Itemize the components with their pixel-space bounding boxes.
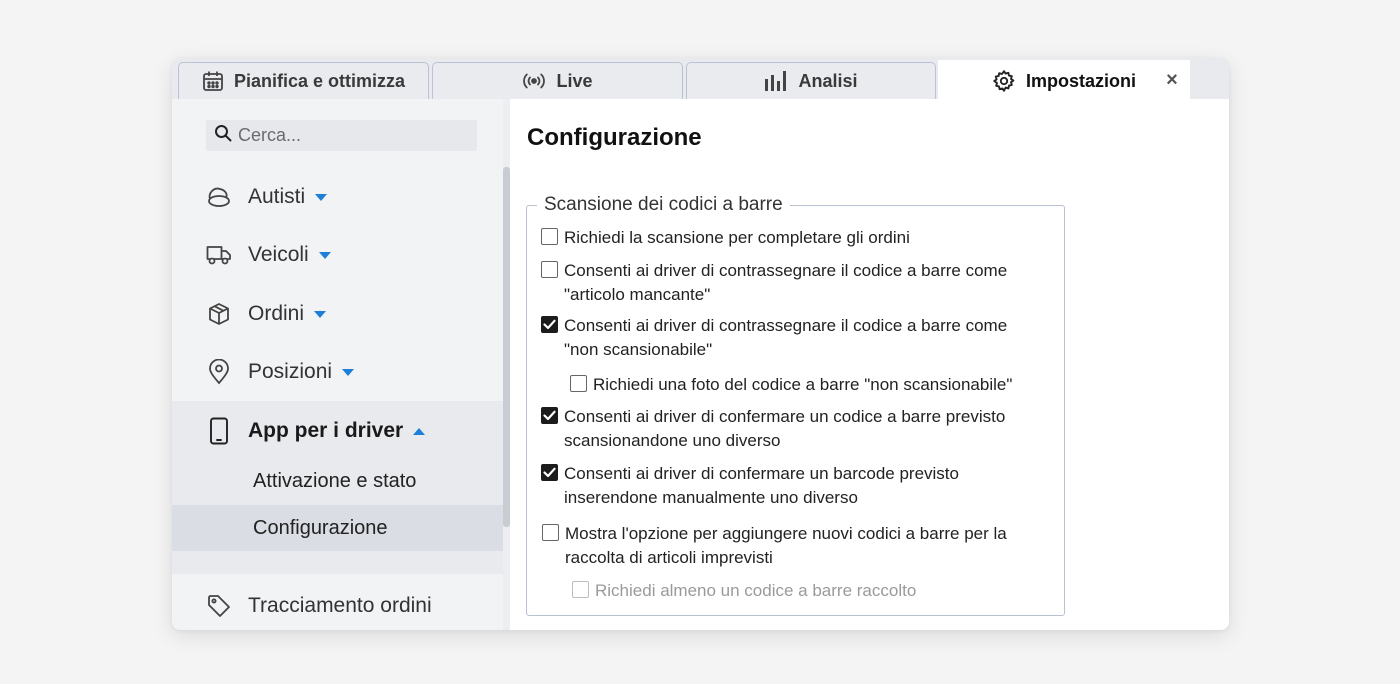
bar-chart-icon <box>764 70 788 92</box>
group-legend: Scansione dei codici a barre <box>544 194 783 215</box>
tab-impostazioni[interactable]: Impostazioni × <box>938 60 1190 102</box>
sidebar-item-label: App per i driver <box>248 419 404 442</box>
sidebar-item-label: Ordini <box>248 302 305 325</box>
check-icon <box>543 467 556 478</box>
broadcast-icon <box>522 71 546 91</box>
checkbox[interactable] <box>542 524 559 541</box>
sidebar-item-label: Tracciamento ordini <box>248 594 432 617</box>
tab-label: Analisi <box>798 70 858 91</box>
option-label: Richiedi una foto del codice a barre "no… <box>593 375 1013 394</box>
chevron-down-icon <box>318 251 331 259</box>
tab-pianifica[interactable]: Pianifica e ottimizza <box>178 62 429 99</box>
checkbox-checked[interactable] <box>541 316 558 333</box>
sidebar-item-ordini[interactable]: Ordini <box>172 289 503 339</box>
smartphone-icon <box>206 417 232 445</box>
sidebar-item-autisti[interactable]: Autisti <box>172 172 503 222</box>
scrollbar-thumb[interactable] <box>503 167 510 527</box>
option-label: Consenti ai driver di contrassegnare il … <box>564 261 1008 304</box>
sidebar-subitem-configurazione[interactable]: Configurazione <box>172 505 503 551</box>
chevron-up-icon <box>413 427 426 435</box>
tab-label: Pianifica e ottimizza <box>233 70 406 91</box>
location-pin-icon <box>206 359 232 385</box>
option-confirm-manual-entry[interactable]: Consenti ai driver di confermare un barc… <box>541 462 1034 510</box>
sidebar-item-app-driver[interactable]: App per i driver <box>172 406 503 456</box>
checkbox[interactable] <box>541 228 558 245</box>
main-content: Configurazione Scansione dei codici a ba… <box>510 99 1229 630</box>
option-confirm-scan-different[interactable]: Consenti ai driver di confermare un codi… <box>541 405 1034 453</box>
tab-analisi[interactable]: Analisi <box>686 62 936 99</box>
chevron-down-icon <box>315 193 328 201</box>
option-label: Consenti ai driver di contrassegnare il … <box>564 316 1008 359</box>
option-missing-item[interactable]: Consenti ai driver di contrassegnare il … <box>541 259 1034 307</box>
check-icon <box>543 410 556 421</box>
check-icon <box>543 319 556 330</box>
truck-icon <box>206 242 232 268</box>
option-label: Consenti ai driver di confermare un barc… <box>564 464 959 507</box>
checkbox-disabled <box>572 581 589 598</box>
checkbox-checked[interactable] <box>541 464 558 481</box>
option-require-one-barcode: Richiedi almeno un codice a barre raccol… <box>572 579 1065 603</box>
box-icon <box>206 301 232 327</box>
sidebar-subitem-label: Attivazione e stato <box>253 469 417 492</box>
close-icon[interactable]: × <box>1162 69 1182 92</box>
checkbox[interactable] <box>570 375 587 392</box>
tab-label: Impostazioni <box>1025 70 1136 91</box>
gear-icon <box>992 69 1016 93</box>
sidebar-scrollbar[interactable] <box>503 99 510 630</box>
sidebar-item-veicoli[interactable]: Veicoli <box>172 230 503 280</box>
option-unscannable[interactable]: Consenti ai driver di contrassegnare il … <box>541 314 1034 362</box>
search-box <box>206 120 477 151</box>
chevron-down-icon <box>314 310 327 318</box>
option-label: Richiedi almeno un codice a barre raccol… <box>595 581 917 600</box>
chevron-down-icon <box>342 368 355 376</box>
calendar-icon <box>202 70 224 92</box>
sidebar-item-posizioni[interactable]: Posizioni <box>172 347 503 397</box>
sidebar-section-app-driver: App per i driver Attivazione e stato Con… <box>172 401 503 574</box>
sidebar: Autisti Veicoli <box>172 99 503 630</box>
sidebar-subitem-label: Configurazione <box>253 516 388 539</box>
tab-live[interactable]: Live <box>432 62 683 99</box>
driver-icon <box>206 184 232 210</box>
sidebar-item-label: Posizioni <box>248 360 333 383</box>
sidebar-item-label: Veicoli <box>248 243 309 266</box>
option-label: Consenti ai driver di confermare un codi… <box>564 407 1006 450</box>
page-title: Configurazione <box>527 124 702 151</box>
settings-window: Pianifica e ottimizza Live Analisi Impos… <box>172 58 1229 630</box>
checkbox[interactable] <box>541 261 558 278</box>
sidebar-subitem-attivazione[interactable]: Attivazione e stato <box>172 458 503 504</box>
option-label: Richiedi la scansione per completare gli… <box>564 228 910 247</box>
option-label: Mostra l'opzione per aggiungere nuovi co… <box>565 524 1007 567</box>
option-photo-unscannable[interactable]: Richiedi una foto del codice a barre "no… <box>570 373 1063 397</box>
search-icon <box>214 124 232 147</box>
option-add-new-barcodes[interactable]: Mostra l'opzione per aggiungere nuovi co… <box>542 522 1035 570</box>
tag-icon <box>206 593 232 619</box>
tab-label: Live <box>556 70 593 91</box>
sidebar-item-label: Autisti <box>248 185 306 208</box>
option-require-scan[interactable]: Richiedi la scansione per completare gli… <box>541 226 1034 250</box>
sidebar-item-tracciamento[interactable]: Tracciamento ordini <box>172 581 503 630</box>
checkbox-checked[interactable] <box>541 407 558 424</box>
search-input[interactable] <box>238 125 468 146</box>
